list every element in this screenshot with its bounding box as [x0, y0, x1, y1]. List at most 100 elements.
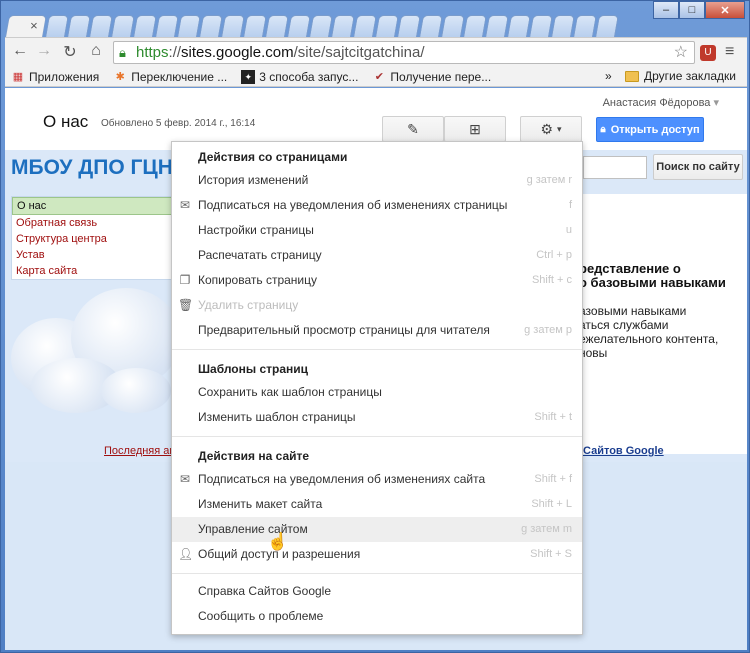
nav-item-feedback[interactable]: Обратная связь	[12, 215, 180, 231]
menu-item-shortcut: Shift + S	[530, 548, 572, 560]
bookmark-joomla[interactable]: ✱ Переключение ...	[113, 70, 228, 84]
browser-window: × – □ ✕ ← → ↻ ⌂ 🔒︎ https://sites.google.…	[0, 0, 750, 653]
tab[interactable]	[67, 15, 91, 37]
nav-item-structure[interactable]: Структура центра	[12, 231, 180, 247]
star-icon[interactable]: ☆	[674, 42, 688, 63]
menu-item-page-settings[interactable]: Настройки страницы u	[172, 218, 582, 243]
close-window-icon[interactable]: ✕	[705, 1, 745, 19]
menu-item-subscribe-page[interactable]: ✉ Подписаться на уведомления об изменени…	[172, 193, 582, 218]
menu-item-label: История изменений	[198, 173, 309, 187]
menu-item-copy-page[interactable]: ❐ Копировать страницу Shift + c	[172, 268, 582, 293]
site-search-button[interactable]: Поиск по сайту	[653, 154, 743, 180]
reload-icon[interactable]: ↻	[59, 42, 81, 62]
site-title[interactable]: МБОУ ДПО ГЦН	[11, 156, 173, 180]
tab[interactable]	[45, 15, 69, 37]
tab[interactable]	[243, 15, 267, 37]
menu-item-shortcut: g затем r	[526, 174, 572, 186]
tab-strip: ×	[5, 15, 657, 37]
share-button[interactable]: 🔒︎ Открыть доступ	[596, 117, 704, 142]
tab-active[interactable]: ×	[5, 15, 47, 37]
page-icon: ✦	[241, 69, 256, 84]
bookmarks-overflow[interactable]: »	[605, 69, 612, 83]
menu-item-revision-history[interactable]: История изменений g затем r	[172, 168, 582, 193]
tab[interactable]	[375, 15, 399, 37]
menu-item-subscribe-site[interactable]: ✉ Подписаться на уведомления об изменени…	[172, 467, 582, 492]
close-tab-icon[interactable]: ×	[30, 18, 38, 33]
menu-item-edit-layout[interactable]: Изменить макет сайта Shift + L	[172, 492, 582, 517]
bookmark-check[interactable]: ✔ Получение пере...	[372, 70, 491, 84]
bookmark-page[interactable]: ✦ 3 способа запус...	[241, 69, 358, 84]
user-account[interactable]: Анастасия Фёдорова ▾	[603, 96, 719, 109]
nav-item-charter[interactable]: Устав	[12, 247, 180, 263]
edit-page-button[interactable]: ✎	[382, 116, 444, 142]
hamburger-menu-icon[interactable]: ≡	[725, 43, 734, 61]
more-actions-button[interactable]: ⚙ ▾	[520, 116, 582, 142]
menu-item-label: Справка Сайтов Google	[198, 584, 332, 598]
menu-item-shortcut: f	[568, 199, 572, 211]
menu-item-sharing-permissions[interactable]: 👤︎ Общий доступ и разрешения Shift + S	[172, 542, 582, 567]
tab[interactable]	[331, 15, 355, 37]
add-person-icon: 👤︎	[178, 547, 194, 561]
menu-item-shortcut: Ctrl + p	[536, 249, 572, 261]
lock-icon: 🔒︎	[600, 124, 606, 135]
menu-item-save-template[interactable]: Сохранить как шаблон страницы	[172, 380, 582, 405]
forward-icon[interactable]: →	[33, 42, 55, 60]
home-icon[interactable]: ⌂	[85, 42, 107, 60]
tab[interactable]	[441, 15, 465, 37]
other-bookmarks[interactable]: Другие закладки	[625, 69, 736, 83]
extension-icon[interactable]: U	[700, 45, 716, 61]
tab[interactable]	[397, 15, 421, 37]
nav-item-sitemap[interactable]: Карта сайта	[12, 263, 180, 279]
menu-item-label: Управление сайтом	[198, 522, 308, 536]
chevron-down-icon: ▾	[557, 123, 562, 134]
tab[interactable]	[463, 15, 487, 37]
menu-item-preview-page[interactable]: Предварительный просмотр страницы для чи…	[172, 318, 582, 343]
tab[interactable]	[89, 15, 113, 37]
menu-item-print-page[interactable]: Распечатать страницу Ctrl + p	[172, 243, 582, 268]
lock-icon: 🔒︎	[119, 45, 126, 60]
menu-item-change-template[interactable]: Изменить шаблон страницы Shift + t	[172, 405, 582, 430]
hand-cursor-icon: ☝	[267, 532, 289, 551]
tab[interactable]	[221, 15, 245, 37]
site-search-input[interactable]	[583, 156, 647, 179]
updated-timestamp: Обновлено 5 февр. 2014 г., 16:14	[101, 118, 256, 129]
maximize-icon[interactable]: □	[679, 1, 705, 19]
other-bookmarks-label: Другие закладки	[644, 69, 736, 83]
bookmark-apps[interactable]: ▦ Приложения	[11, 70, 99, 84]
tab[interactable]	[353, 15, 377, 37]
new-page-button[interactable]: ⊞	[444, 116, 506, 142]
tab[interactable]	[595, 15, 619, 37]
tab[interactable]	[529, 15, 553, 37]
menu-item-manage-site[interactable]: Управление сайтом g затем m	[172, 517, 582, 542]
tab[interactable]	[155, 15, 179, 37]
tab[interactable]	[133, 15, 157, 37]
mail-icon: ✉	[179, 198, 191, 212]
tab[interactable]	[265, 15, 289, 37]
tab[interactable]	[485, 15, 509, 37]
tab[interactable]	[199, 15, 223, 37]
tab[interactable]	[111, 15, 135, 37]
user-name: Анастасия Фёдорова	[602, 97, 711, 109]
menu-item-label: Распечатать страницу	[198, 248, 322, 262]
content-heading-line: редставление о	[579, 261, 681, 276]
tab[interactable]	[507, 15, 531, 37]
google-sites-link[interactable]: Сайтов Google	[583, 445, 664, 457]
nav-item-about[interactable]: О нас	[12, 197, 180, 215]
tab[interactable]	[287, 15, 311, 37]
recent-activity-link[interactable]: Последняя акт	[104, 445, 179, 457]
trash-icon: 🗑︎	[178, 298, 194, 312]
tab[interactable]	[309, 15, 333, 37]
tab[interactable]	[573, 15, 597, 37]
tab[interactable]	[177, 15, 201, 37]
copy-icon: ❐	[179, 273, 191, 287]
back-icon[interactable]: ←	[9, 42, 31, 60]
menu-item-label: Копировать страницу	[198, 273, 317, 287]
menu-item-help[interactable]: Справка Сайтов Google	[172, 579, 582, 604]
minimize-icon[interactable]: –	[653, 1, 679, 19]
content-heading: редставление о о базовыми навыками	[579, 262, 747, 290]
address-bar[interactable]: 🔒︎ https://sites.google.com/site/sajtcit…	[113, 41, 695, 64]
menu-item-report-problem[interactable]: Сообщить о проблеме	[172, 604, 582, 629]
tab[interactable]	[551, 15, 575, 37]
tab[interactable]	[419, 15, 443, 37]
gear-icon: ⚙	[540, 120, 554, 137]
